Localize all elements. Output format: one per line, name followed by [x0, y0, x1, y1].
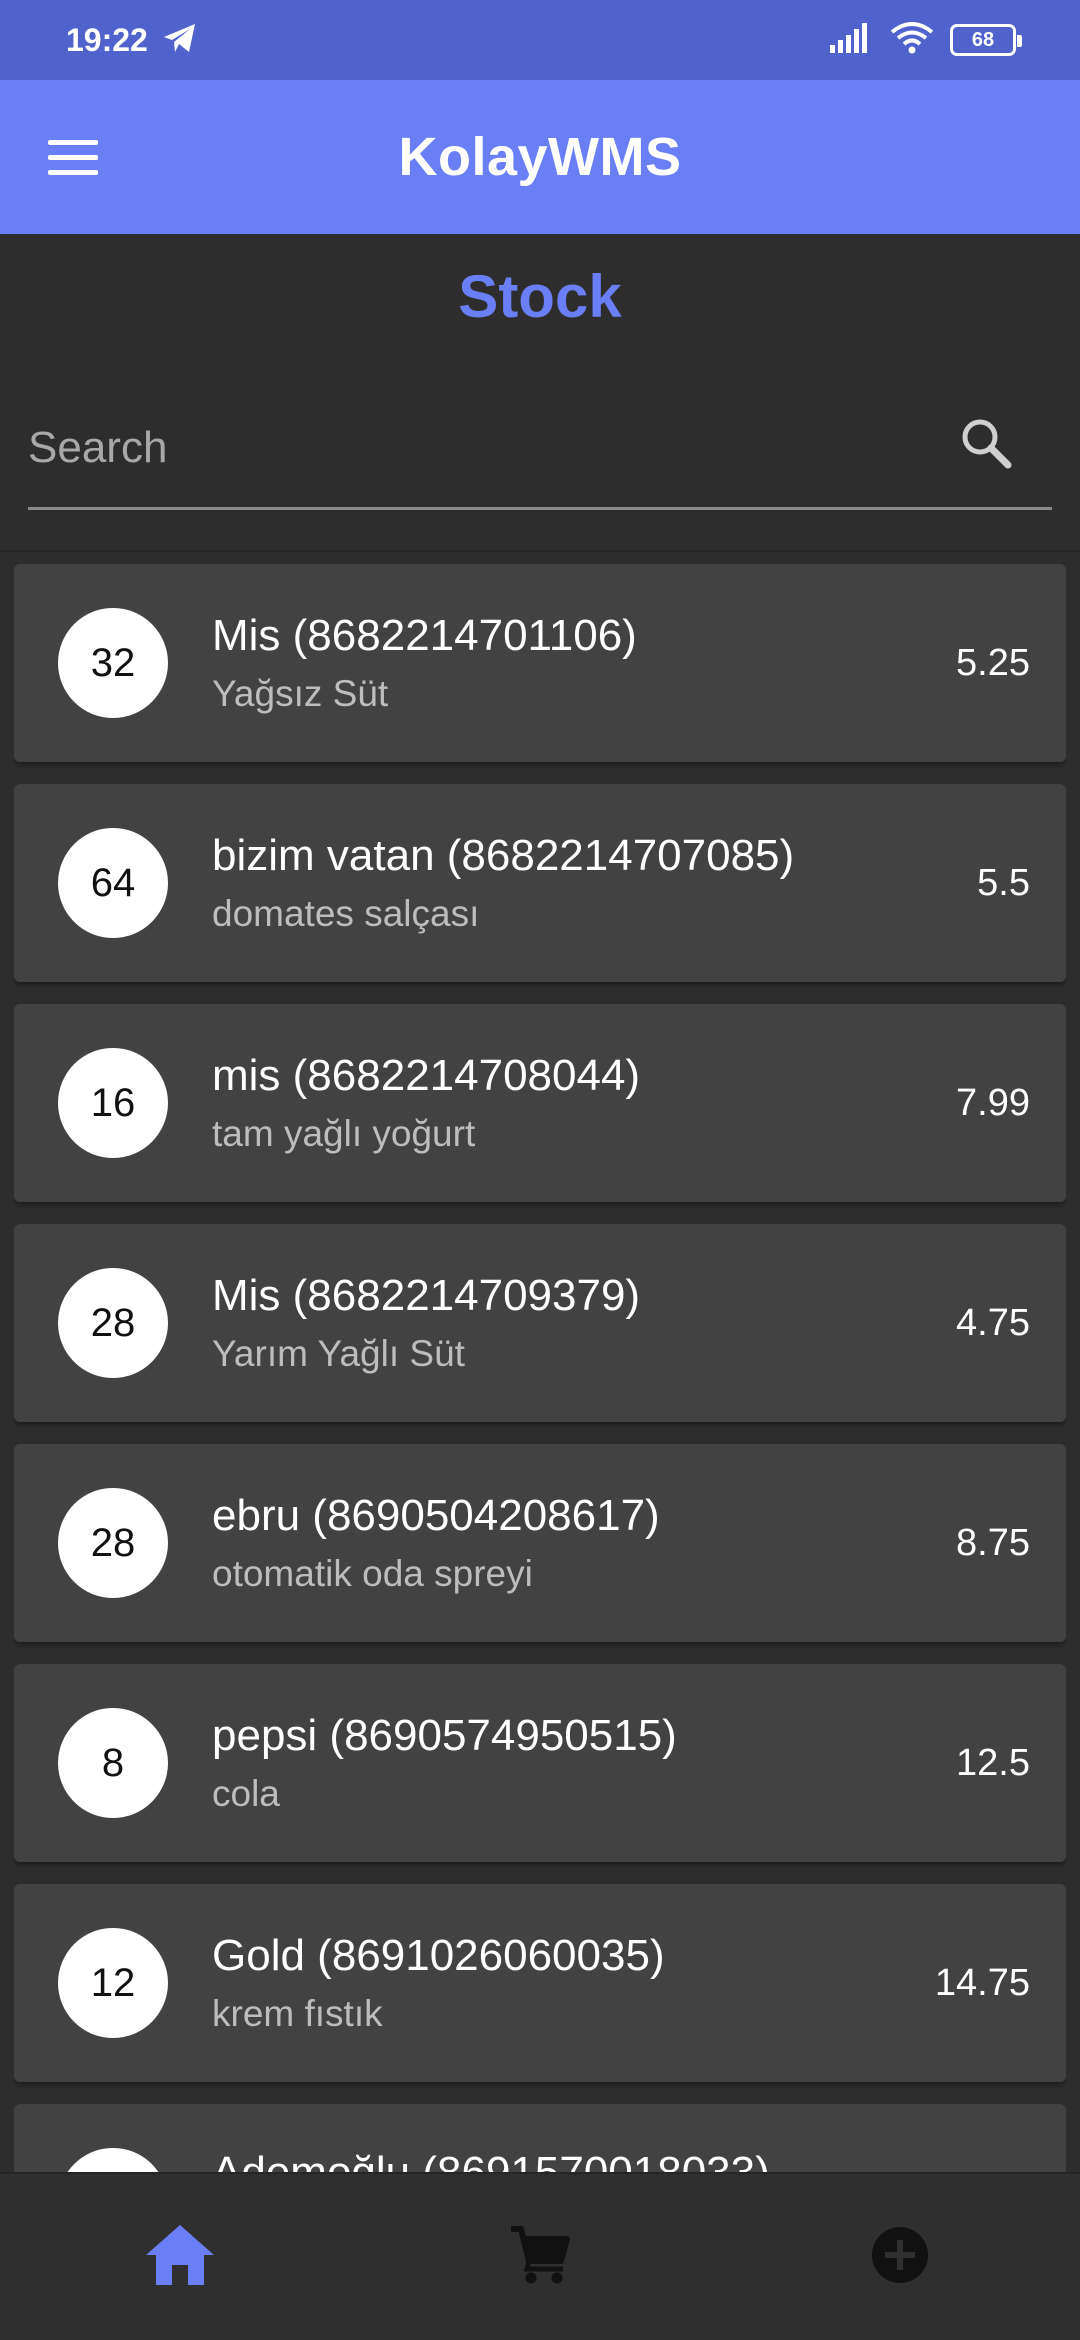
item-name: bizim vatan (8682214707085): [212, 831, 795, 880]
wifi-icon: [890, 21, 934, 59]
search-icon[interactable]: [956, 413, 1016, 473]
quantity-badge: [58, 2148, 168, 2172]
nav-home[interactable]: [120, 2207, 240, 2307]
home-icon: [144, 2223, 216, 2292]
list-item[interactable]: 28 Mis (8682214709379) Yarım Yağlı Süt 4…: [14, 1224, 1066, 1422]
battery-icon: 68: [950, 24, 1022, 56]
item-description: otomatik oda spreyi: [212, 1553, 533, 1594]
telegram-icon: [162, 22, 198, 59]
status-left: 19:22: [66, 22, 198, 59]
quantity-badge: 28: [58, 1268, 168, 1378]
item-texts: Mis (8682214709379) Yarım Yağlı Süt: [212, 1271, 956, 1375]
quantity-badge: 16: [58, 1048, 168, 1158]
item-description: domates salçası: [212, 893, 480, 934]
menu-icon-line: [48, 154, 98, 160]
list-item[interactable]: 12 Gold (8691026060035) krem fıstık 14.7…: [14, 1884, 1066, 2082]
item-texts: bizim vatan (8682214707085) domates salç…: [212, 831, 977, 935]
menu-button[interactable]: [48, 128, 106, 186]
quantity-badge: 64: [58, 828, 168, 938]
item-texts: Mis (8682214701106) Yağsız Süt: [212, 611, 956, 715]
bottom-navigation: [0, 2172, 1080, 2340]
item-price: 8.75: [956, 1521, 1030, 1564]
quantity-badge: 8: [58, 1708, 168, 1818]
item-texts: Gold (8691026060035) krem fıstık: [212, 1931, 935, 2035]
item-name: pepsi (8690574950515): [212, 1711, 677, 1760]
item-texts: Ademoğlu (8691570018033): [212, 2148, 1030, 2172]
item-texts: mis (8682214708044) tam yağlı yoğurt: [212, 1051, 956, 1155]
nav-add[interactable]: [840, 2207, 960, 2307]
item-description: tam yağlı yoğurt: [212, 1113, 476, 1154]
item-price: 5.5: [977, 861, 1030, 904]
item-price: 14.75: [934, 1961, 1030, 2004]
list-item[interactable]: 8 pepsi (8690574950515) cola 12.5: [14, 1664, 1066, 1862]
search-input[interactable]: [28, 412, 956, 473]
list-item[interactable]: 32 Mis (8682214701106) Yağsız Süt 5.25: [14, 564, 1066, 762]
nav-cart[interactable]: [480, 2207, 600, 2307]
item-description: Yağsız Süt: [212, 673, 389, 714]
list-item[interactable]: Ademoğlu (8691570018033): [14, 2104, 1066, 2172]
menu-icon-line: [48, 169, 98, 175]
app-bar: KolayWMS: [0, 80, 1080, 234]
item-name: Mis (8682214701106): [212, 611, 637, 660]
status-right: 68: [830, 21, 1022, 59]
item-description: cola: [212, 1773, 280, 1814]
add-circle-icon: [870, 2225, 930, 2290]
status-bar: 19:22 68: [0, 0, 1080, 80]
item-price: 4.75: [956, 1301, 1030, 1344]
item-description: krem fıstık: [212, 1993, 383, 2034]
item-name: mis (8682214708044): [212, 1051, 641, 1100]
page-title: Stock: [458, 263, 622, 330]
item-price: 7.99: [956, 1081, 1030, 1124]
quantity-badge: 32: [58, 608, 168, 718]
item-description: Yarım Yağlı Süt: [212, 1333, 465, 1374]
search-field: [28, 378, 1052, 510]
cart-icon: [509, 2225, 571, 2290]
list-item[interactable]: 28 ebru (8690504208617) otomatik oda spr…: [14, 1444, 1066, 1642]
stock-list[interactable]: 32 Mis (8682214701106) Yağsız Süt 5.25 6…: [14, 564, 1066, 2172]
menu-icon-line: [48, 139, 98, 145]
list-item[interactable]: 64 bizim vatan (8682214707085) domates s…: [14, 784, 1066, 982]
item-name: Gold (8691026060035): [212, 1931, 665, 1980]
item-name: Mis (8682214709379): [212, 1271, 641, 1320]
item-name: Ademoğlu (8691570018033): [212, 2148, 1030, 2172]
item-name: ebru (8690504208617): [212, 1491, 660, 1540]
item-price: 5.25: [956, 641, 1030, 684]
list-item[interactable]: 16 mis (8682214708044) tam yağlı yoğurt …: [14, 1004, 1066, 1202]
item-price: 12.5: [956, 1741, 1030, 1784]
status-time: 19:22: [66, 21, 148, 58]
divider: [0, 550, 1080, 552]
item-texts: ebru (8690504208617) otomatik oda spreyi: [212, 1491, 956, 1595]
quantity-badge: 28: [58, 1488, 168, 1598]
item-texts: pepsi (8690574950515) cola: [212, 1711, 956, 1815]
quantity-badge: 12: [58, 1928, 168, 2038]
app-title: KolayWMS: [398, 127, 682, 187]
signal-icon: [830, 22, 874, 58]
